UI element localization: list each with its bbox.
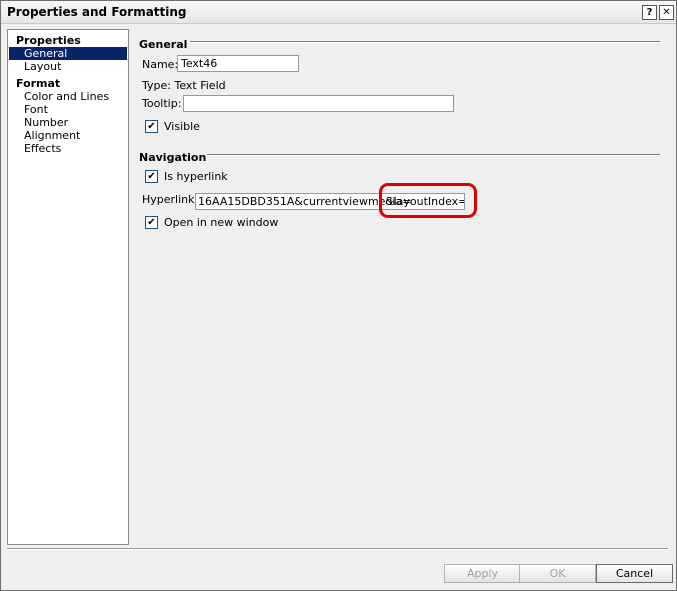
name-label: Name: [142, 58, 179, 71]
apply-button[interactable]: Apply [444, 564, 521, 583]
navigation-section-title: Navigation [139, 151, 207, 164]
tooltip-label: Tooltip: [142, 97, 182, 110]
close-button[interactable]: ✕ [659, 5, 674, 20]
sidebar-heading-properties: Properties [16, 34, 81, 47]
sidebar-item-number[interactable]: Number [9, 116, 127, 129]
properties-dialog: Properties and Formatting ? ✕ Properties… [0, 0, 677, 591]
general-divider [190, 41, 660, 43]
navigation-divider [207, 154, 660, 156]
type-text: Type: Text Field [142, 79, 226, 92]
dialog-title: Properties and Formatting [7, 5, 187, 19]
ok-button[interactable]: OK [519, 564, 596, 583]
is-hyperlink-checkbox[interactable]: ✔ [145, 170, 158, 183]
name-field[interactable]: Text46 [177, 55, 299, 72]
category-sidebar: Properties General Layout Format Color a… [7, 29, 129, 545]
title-bar[interactable]: Properties and Formatting ? ✕ [1, 1, 676, 24]
visible-checkbox[interactable]: ✔ [145, 120, 158, 133]
open-new-window-checkbox[interactable]: ✔ [145, 216, 158, 229]
sidebar-item-alignment[interactable]: Alignment [9, 129, 127, 142]
sidebar-item-font[interactable]: Font [9, 103, 127, 116]
sidebar-item-general[interactable]: General [9, 47, 127, 60]
footer-divider [7, 548, 668, 550]
sidebar-item-effects[interactable]: Effects [9, 142, 127, 155]
tooltip-field[interactable] [183, 95, 454, 112]
help-button[interactable]: ? [642, 5, 657, 20]
general-section-title: General [139, 38, 188, 51]
sidebar-heading-format: Format [16, 77, 61, 90]
visible-label: Visible [164, 120, 200, 133]
sidebar-item-color-and-lines[interactable]: Color and Lines [9, 90, 127, 103]
is-hyperlink-label: Is hyperlink [164, 170, 228, 183]
sidebar-item-layout[interactable]: Layout [9, 60, 127, 73]
hyperlink-label: Hyperlink: [142, 193, 199, 206]
cancel-button[interactable]: Cancel [596, 564, 673, 583]
red-highlight-annotation [379, 183, 477, 218]
open-new-window-label: Open in new window [164, 216, 279, 229]
